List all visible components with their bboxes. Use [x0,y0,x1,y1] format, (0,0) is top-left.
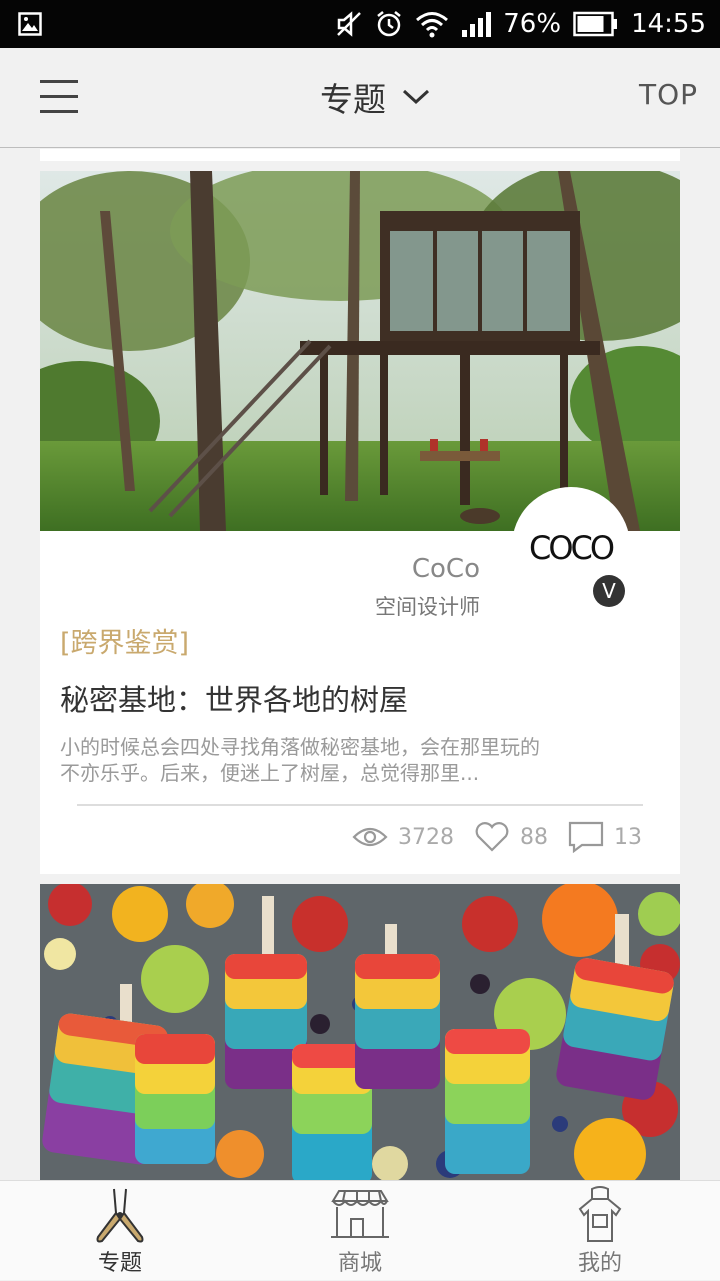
tab-topics[interactable]: 专题 [0,1181,240,1281]
author-name[interactable]: CoCo [412,554,480,584]
top-button[interactable]: TOP [639,78,698,111]
article-card[interactable] [40,884,680,1180]
comment-icon[interactable] [568,821,604,853]
bottom-tab-bar: 专题 商城 我的 [0,1180,720,1280]
likes-stat[interactable]: 88 [474,821,548,853]
scissors-icon [96,1188,144,1243]
comments-stat[interactable]: 13 [568,821,642,853]
page-title: 专题 [320,80,386,119]
summary-line: 不亦乐乎。后来，便迷上了树屋，总觉得那里... [60,761,480,785]
tab-label: 商城 [337,1251,382,1276]
article-stats: 3728 88 13 [342,821,642,853]
app-header: 专题 TOP [0,48,720,148]
apron-icon [578,1186,622,1242]
signal-icon [462,12,492,37]
article-card[interactable]: COCO V CoCo 空间设计师 [跨界鉴赏] 秘密基地：世界各地的树屋 小的… [40,171,680,874]
article-feed[interactable]: COCO V CoCo 空间设计师 [跨界鉴赏] 秘密基地：世界各地的树屋 小的… [0,149,720,1180]
chevron-down-icon [402,89,430,105]
previous-card-edge [40,149,680,161]
category-dropdown[interactable]: 专题 [320,74,430,120]
storefront-icon [331,1190,389,1238]
tab-mine[interactable]: 我的 [480,1181,720,1281]
author-logo: COCO [529,529,615,567]
clock: 14:55 [631,9,706,39]
alarm-icon [377,11,402,37]
eye-icon [352,827,388,847]
battery-percent: 76% [503,9,562,39]
divider [77,804,643,806]
treehouse-photo[interactable] [40,171,680,531]
mute-icon [337,11,362,37]
wifi-icon [416,12,449,38]
likes-count: 88 [520,824,548,850]
comments-count: 13 [614,824,642,850]
popsicles-photo[interactable] [40,884,680,1180]
battery-icon [573,11,618,37]
author-role: 空间设计师 [375,595,480,619]
hamburger-icon[interactable] [40,80,78,114]
heart-icon[interactable] [474,821,510,853]
article-title[interactable]: 秘密基地：世界各地的树屋 [60,677,408,719]
verified-badge: V [593,575,625,607]
gallery-icon [18,12,42,36]
tab-label: 我的 [577,1251,622,1276]
article-summary: 小的时候总会四处寻找角落做秘密基地，会在那里玩的 不亦乐乎。后来，便迷上了树屋，… [60,734,620,786]
tab-mall[interactable]: 商城 [240,1181,480,1281]
summary-line: 小的时候总会四处寻找角落做秘密基地，会在那里玩的 [60,735,540,759]
views-count: 3728 [398,824,454,850]
category-tag[interactable]: [跨界鉴赏] [60,621,189,660]
views-stat: 3728 [352,825,454,850]
status-bar: 76% 14:55 [0,0,720,48]
tab-label: 专题 [97,1251,142,1276]
